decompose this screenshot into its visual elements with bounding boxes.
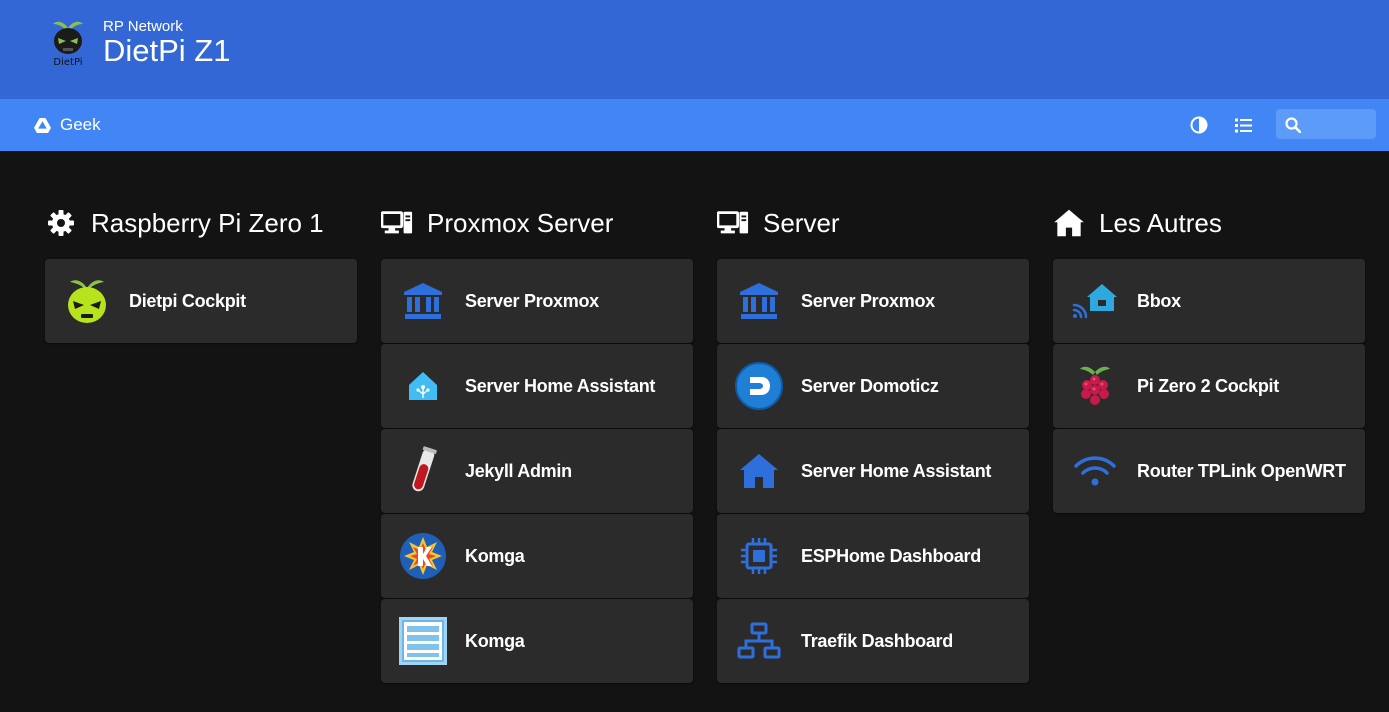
card-list: Server Proxmox Server Domoticz Server Ho… [717, 259, 1029, 684]
column-proxmox-server: Proxmox Server Server Proxmox Server Hom… [381, 195, 693, 683]
search-icon [1285, 117, 1301, 133]
column-les-autres: Les Autres Bbox Pi Zero 2 Cockpit Router… [1053, 195, 1365, 513]
card-list: Dietpi Cockpit [45, 259, 357, 344]
home-assistant-icon [409, 372, 437, 400]
card-pi-zero-2-cockpit[interactable]: Pi Zero 2 Cockpit [1053, 344, 1365, 428]
column-title: Server [717, 195, 1029, 251]
list-panel-icon [399, 617, 447, 665]
nav-link-geek[interactable]: Geek [34, 99, 101, 151]
house-signal-icon [1072, 284, 1117, 319]
dietpi-logo-icon [68, 280, 106, 323]
card-list: Bbox Pi Zero 2 Cockpit Router TPLink Ope… [1053, 259, 1365, 514]
contrast-icon [1190, 116, 1208, 134]
card-esphome-dashboard[interactable]: ESPHome Dashboard [717, 514, 1029, 598]
theme-toggle-button[interactable] [1187, 113, 1211, 137]
card-name: Server Proxmox [465, 290, 599, 311]
card-name: Router TPLink OpenWRT [1137, 460, 1346, 481]
card-name: Jekyll Admin [465, 460, 572, 481]
card-name: Traefik Dashboard [801, 630, 953, 651]
card-name: Dietpi Cockpit [129, 290, 246, 311]
logo-text: DietPi [53, 57, 82, 68]
card-name: Server Home Assistant [801, 460, 992, 481]
list-icon [1234, 118, 1252, 132]
column-title-label: Raspberry Pi Zero 1 [91, 207, 324, 238]
card-list: Server Proxmox Server Home Assistant Jek… [381, 259, 693, 684]
drive-icon [34, 117, 51, 133]
card-name: Komga [465, 630, 525, 651]
layout-toggle-button[interactable] [1231, 113, 1255, 137]
card-bbox[interactable]: Bbox [1053, 259, 1365, 343]
card-jekyll-admin[interactable]: Jekyll Admin [381, 429, 693, 513]
test-tube-icon [412, 446, 437, 492]
card-name: Server Proxmox [801, 290, 935, 311]
card-komga[interactable]: Komga [381, 514, 693, 598]
navbar: Geek [0, 99, 1389, 151]
desktop-server-icon [381, 211, 413, 234]
house-icon [1054, 209, 1084, 237]
column-title-label: Les Autres [1099, 207, 1222, 238]
page-title: DietPi Z1 [103, 33, 231, 68]
column-raspberry-pi-zero-1: Raspberry Pi Zero 1 Dietpi Cockpit [45, 195, 357, 343]
card-server-home-assistant[interactable]: Server Home Assistant [717, 429, 1029, 513]
search-input[interactable] [1304, 109, 1376, 141]
search-box[interactable] [1276, 109, 1376, 141]
card-dietpi-cockpit[interactable]: Dietpi Cockpit [45, 259, 357, 343]
bank-icon [404, 283, 442, 319]
column-title-label: Proxmox Server [427, 207, 614, 238]
card-komga[interactable]: Komga [381, 599, 693, 683]
header: DietPi RP Network DietPi Z1 [0, 0, 1389, 99]
card-name: Komga [465, 545, 525, 566]
gear-icon [48, 210, 74, 236]
nav-link-label: Geek [60, 115, 101, 134]
column-title-label: Server [763, 207, 840, 238]
card-server-home-assistant[interactable]: Server Home Assistant [381, 344, 693, 428]
column-title: Les Autres [1053, 195, 1365, 251]
column-title: Raspberry Pi Zero 1 [45, 195, 357, 251]
komga-k-icon [400, 533, 446, 579]
dietpi-logo: DietPi [46, 18, 90, 68]
column-title: Proxmox Server [381, 195, 693, 251]
card-traefik-dashboard[interactable]: Traefik Dashboard [717, 599, 1029, 683]
card-name: ESPHome Dashboard [801, 545, 981, 566]
card-server-proxmox[interactable]: Server Proxmox [381, 259, 693, 343]
card-name: Pi Zero 2 Cockpit [1137, 375, 1279, 396]
domoticz-icon [735, 362, 783, 410]
card-name: Server Domoticz [801, 375, 939, 396]
bank-icon [740, 283, 778, 319]
house-icon [740, 454, 778, 488]
wifi-icon [1074, 456, 1116, 486]
desktop-server-icon [717, 211, 749, 234]
card-name: Bbox [1137, 290, 1181, 311]
network-icon [737, 622, 781, 659]
card-name: Server Home Assistant [465, 375, 656, 396]
card-router-tplink-openwrt[interactable]: Router TPLink OpenWRT [1053, 429, 1365, 513]
microchip-icon [741, 538, 777, 574]
column-server: Server Server Proxmox Server Domoticz Se… [717, 195, 1029, 683]
card-server-domoticz[interactable]: Server Domoticz [717, 344, 1029, 428]
raspberry-pi-icon [1080, 366, 1110, 405]
card-server-proxmox[interactable]: Server Proxmox [717, 259, 1029, 343]
